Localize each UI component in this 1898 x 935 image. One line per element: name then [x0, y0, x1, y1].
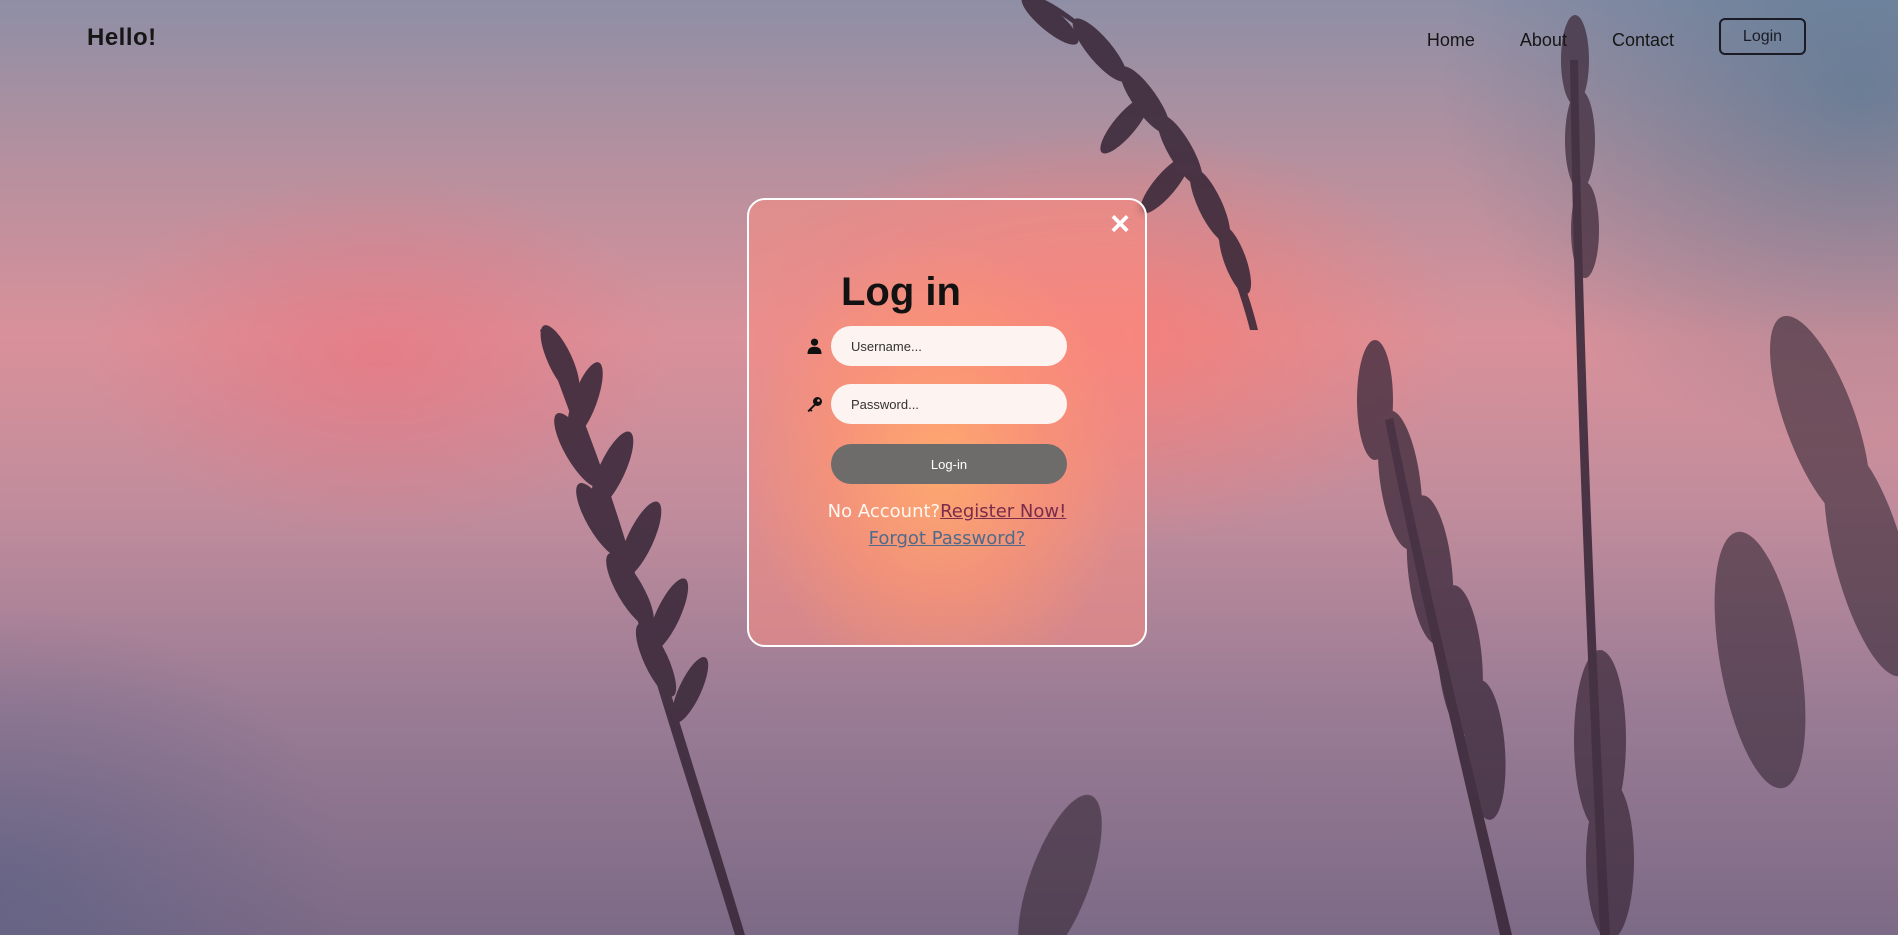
- register-link[interactable]: Register Now!: [940, 501, 1066, 522]
- login-button[interactable]: Login: [1719, 18, 1806, 55]
- nav-home[interactable]: Home: [1427, 30, 1475, 51]
- nav-about[interactable]: About: [1520, 30, 1567, 51]
- password-input[interactable]: [831, 384, 1067, 424]
- password-row: [805, 384, 1067, 424]
- main-nav: Home About Contact Login: [1427, 18, 1806, 55]
- username-row: [805, 326, 1067, 366]
- no-account-text: No Account?: [827, 501, 941, 522]
- top-bar: Hello! Home About Contact Login: [0, 0, 1898, 76]
- account-links: No Account?Register Now! Forgot Password…: [749, 498, 1145, 552]
- login-submit-button[interactable]: Log-in: [831, 444, 1067, 484]
- user-icon: [805, 336, 823, 356]
- modal-title: Log in: [841, 270, 961, 314]
- nav-contact[interactable]: Contact: [1612, 30, 1674, 51]
- username-input[interactable]: [831, 326, 1067, 366]
- close-icon[interactable]: ×: [1110, 207, 1130, 241]
- login-modal: × Log in Log-in No Account?Register Now!…: [747, 198, 1147, 647]
- key-icon: [805, 394, 823, 414]
- brand-logo: Hello!: [87, 24, 157, 51]
- forgot-password-link[interactable]: Forgot Password?: [869, 528, 1026, 549]
